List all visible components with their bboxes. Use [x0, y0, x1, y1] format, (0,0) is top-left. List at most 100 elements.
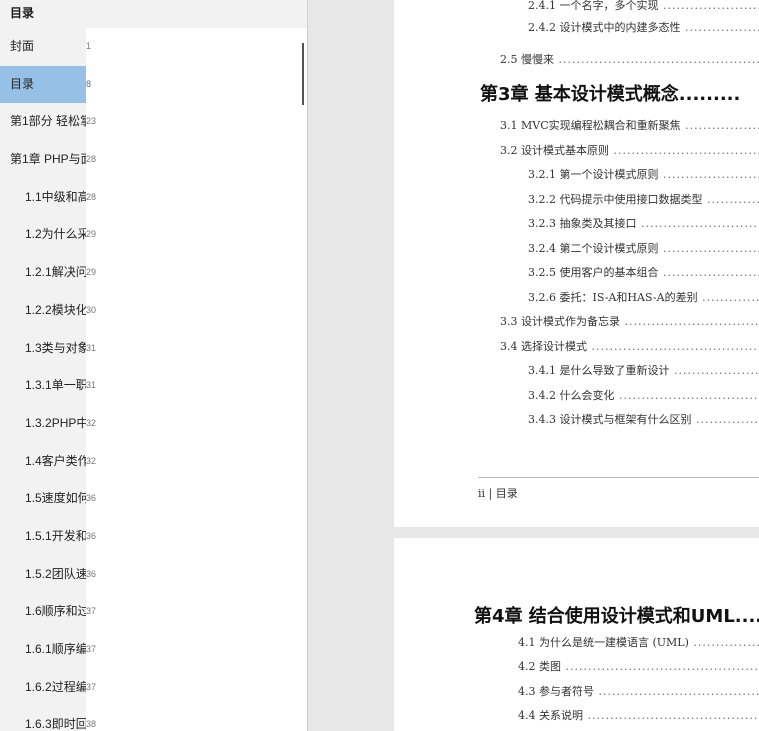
toc-item-page: 1	[86, 28, 307, 66]
entry-text: 3.2.4 第二个设计模式原则	[528, 242, 659, 255]
toc-item-page: 31	[86, 367, 307, 405]
sidebar-scrollbar[interactable]	[302, 43, 304, 105]
doc-toc-entry: 4.3 参与者符号 ..............................…	[518, 683, 759, 699]
doc-toc-entry: 4.1 为什么是统一建模语言 (UML) ...................…	[518, 634, 759, 650]
toc-item[interactable]: 1.6.2过程编程 37	[0, 668, 307, 707]
toc-item-page: 37	[86, 668, 307, 707]
entry-text: 2.4.2 设计模式中的内建多态性	[528, 21, 681, 34]
toc-item-page: 30	[86, 291, 307, 330]
entry-text: 3.1 MVC实现编程松耦合和重新聚焦	[500, 119, 681, 132]
doc-toc-entry: 3.1 MVC实现编程松耦合和重新聚焦 ....................…	[500, 117, 759, 133]
toc-item[interactable]: 1.6.1顺序编程 37	[0, 631, 307, 669]
leader-dots: ........................................…	[565, 660, 759, 673]
entry-text: 3.2.5 使用客户的基本组合	[528, 266, 659, 279]
doc-toc-entry: 3.4.3 设计模式与框架有什么区别 .....................…	[528, 411, 759, 427]
footer-rule	[478, 477, 759, 478]
toc-item-page: 28	[86, 141, 307, 179]
doc-toc-entry: 3.4 选择设计模式 .............................…	[500, 338, 759, 354]
leader-dots: ........................................…	[693, 636, 759, 649]
chapter-heading: 第4章 结合使用设计模式和UML.........	[474, 602, 759, 628]
toc-item[interactable]: 1.1中级和高级编程初探28	[0, 178, 307, 217]
entry-text: 3.4.2 什么会变化	[528, 389, 615, 402]
entry-text: 3.3 设计模式作为备忘录	[500, 315, 620, 328]
doc-toc-entry: 2.5 慢慢来 ................................…	[500, 51, 759, 67]
leader-dots: ........................................…	[684, 21, 759, 34]
toc-item[interactable]: 封面 1	[0, 28, 307, 66]
toc-item[interactable]: 1.2为什么采用面向对象编程29	[0, 216, 307, 255]
toc-item[interactable]: 1.6.3即时回报还是长期回报38	[0, 706, 307, 731]
entry-text: 4.2 类图	[518, 660, 561, 673]
toc-item-label: 目录	[10, 76, 35, 91]
toc-item-page: 29	[86, 216, 307, 255]
document-page: 2.4.1 一个名字，多个实现 ........................…	[394, 0, 759, 527]
toc-list: 封面1目录8第1部分 轻松掌握设计模式基础23第1章 PHP与面向对象编程281…	[0, 28, 307, 731]
doc-toc-entry: 3.2.6 委托：IS-A和HAS-A的差别 .................…	[528, 289, 759, 305]
toc-item-page: 36	[86, 555, 307, 594]
chapter-heading: 第3章 基本设计模式概念.........	[480, 80, 759, 106]
toc-item[interactable]: 1.3.2PHP中的构造函数32	[0, 404, 307, 443]
toc-item[interactable]: 1.5.1开发和修改速度 36	[0, 517, 307, 556]
toc-item-page: 28	[86, 178, 307, 217]
toc-item[interactable]: 1.5速度如何 36	[0, 480, 307, 518]
toc-item[interactable]: 1.2.1解决问题更容易 29	[0, 254, 307, 292]
leader-dots: .........	[678, 84, 741, 105]
entry-text: 3.2 设计模式基本原则	[500, 144, 609, 157]
entry-text: 3.2.2 代码提示中使用接口数据类型	[528, 193, 703, 206]
toc-item-page: 37	[86, 631, 307, 669]
page-footer: ii | 目录	[478, 487, 518, 500]
toc-item[interactable]: 1.4客户类作为请求者 32	[0, 442, 307, 481]
doc-toc-entry: 3.2.5 使用客户的基本组合 ........................…	[528, 264, 759, 280]
toc-sidebar: 目录 封面 1 目录 8第1部分 轻松掌握设计模式基础23第1章 PHP与面向对象编程…	[0, 0, 307, 731]
doc-toc-entry: 3.3 设计模式作为备忘录 ..........................…	[500, 313, 759, 329]
toc-item-page: 29	[86, 254, 307, 292]
leader-dots: ........................................…	[587, 709, 759, 722]
doc-toc-entry: 3.2 设计模式基本原则 ...........................…	[500, 142, 759, 158]
toc-item-page: 37	[86, 593, 307, 632]
toc-item[interactable]: 1.3类与对象 31	[0, 329, 307, 368]
entry-text: 4.1 为什么是统一建模语言 (UML)	[518, 636, 689, 649]
toc-item-page: 23	[86, 103, 307, 142]
leader-dots: ........................................…	[618, 389, 759, 402]
leader-dots: .........	[734, 606, 759, 627]
leader-dots: ........................................…	[695, 413, 759, 426]
toc-item-label: 1.5速度如何	[25, 491, 90, 506]
doc-toc-entry: 3.2.2 代码提示中使用接口数据类型 ....................…	[528, 191, 759, 207]
leader-dots: ........................................…	[558, 53, 759, 66]
toc-item[interactable]: 1.6顺序和过程式编程有什么问题37	[0, 593, 307, 632]
entry-text: 3.4.3 设计模式与框架有什么区别	[528, 413, 692, 426]
toc-item[interactable]: 1.2.2模块化 30	[0, 291, 307, 330]
toc-item-page: 36	[86, 517, 307, 556]
leader-dots: ........................................…	[673, 364, 759, 377]
doc-toc-entry: 4.2 类图 .................................…	[518, 658, 759, 674]
entry-text: 3.4 选择设计模式	[500, 340, 587, 353]
leader-dots: ........................................…	[613, 144, 759, 157]
toc-item[interactable]: 第1章 PHP与面向对象编程 28	[0, 141, 307, 179]
entry-text: 2.5 慢慢来	[500, 53, 554, 66]
doc-toc-entry: 3.4.2 什么会变化 ............................…	[528, 387, 759, 403]
leader-dots: ........................................…	[662, 168, 759, 181]
document-viewer[interactable]: 2.4.1 一个名字，多个实现 ........................…	[308, 0, 759, 731]
toc-item[interactable]: 1.3.1单一职责原则 31	[0, 367, 307, 405]
document-page: 第4章 结合使用设计模式和UML......... 4.1 为什么是统一建模语言 …	[394, 538, 759, 731]
doc-toc-entry: 3.4.1 是什么导致了重新设计 .......................…	[528, 362, 759, 378]
sidebar-title: 目录	[10, 6, 35, 20]
doc-toc-entry: 3.2.1 第一个设计模式原则 ........................…	[528, 166, 759, 182]
toc-item[interactable]: 1.5.2团队速度 36	[0, 555, 307, 594]
doc-toc-entry: 2.4.2 设计模式中的内建多态性 ......................…	[528, 19, 759, 35]
entry-text: 3.2.1 第一个设计模式原则	[528, 168, 659, 181]
entry-text: 第3章 基本设计模式概念	[480, 84, 679, 105]
toc-item-page: 32	[86, 442, 307, 481]
leader-dots: ........................................…	[624, 315, 759, 328]
leader-dots: ........................................…	[591, 340, 759, 353]
leader-dots: ........................................…	[598, 685, 759, 698]
doc-toc-entry: 2.4.1 一个名字，多个实现 ........................…	[528, 0, 759, 13]
entry-text: 4.3 参与者符号	[518, 685, 594, 698]
toc-item-page: 36	[86, 480, 307, 518]
entry-text: 3.2.3 抽象类及其接口	[528, 217, 637, 230]
doc-toc-entry: 4.4 关系说明 ...............................…	[518, 707, 759, 723]
leader-dots: ........................................…	[662, 0, 759, 12]
doc-toc-entry: 3.2.4 第二个设计模式原则 ........................…	[528, 240, 759, 256]
toc-item[interactable]: 第1部分 轻松掌握设计模式基础23	[0, 103, 307, 142]
entry-text: 第4章 结合使用设计模式和UML	[474, 606, 735, 627]
toc-item[interactable]: 目录 8	[0, 65, 307, 104]
